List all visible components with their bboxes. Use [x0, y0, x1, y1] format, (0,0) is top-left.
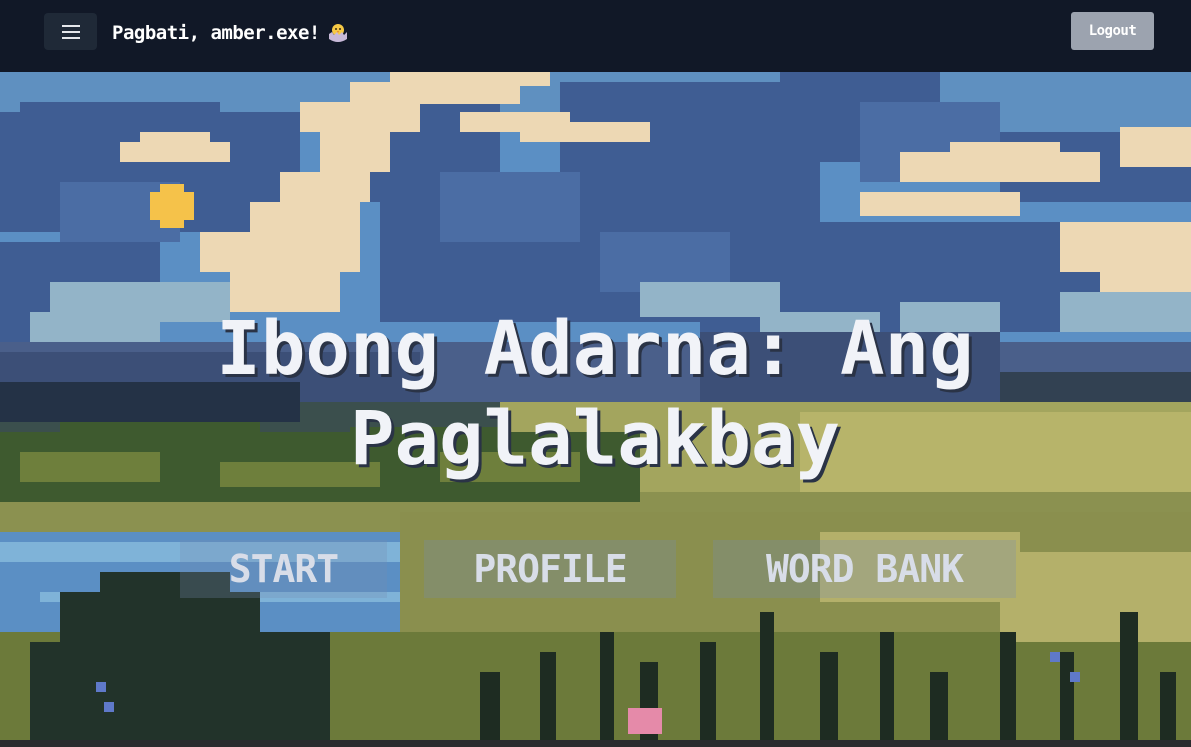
main-menu-buttons: START PROFILE WORD BANK — [0, 540, 1191, 600]
top-navbar: Pagbati, amber.exe! Logout — [0, 0, 1191, 72]
hatching-chick-icon — [328, 24, 347, 42]
hamburger-menu-icon — [61, 24, 80, 39]
profile-button[interactable]: PROFILE — [424, 540, 676, 598]
logout-button[interactable]: Logout — [1071, 12, 1154, 50]
greeting-text: Pagbati, amber.exe! — [112, 22, 320, 44]
game-title: Ibong Adarna: Ang Paglalakbay — [216, 306, 974, 482]
menu-toggle-button[interactable] — [44, 13, 97, 50]
bottom-strip — [0, 740, 1191, 747]
hero-banner: Ibong Adarna: Ang Paglalakbay START PROF… — [0, 72, 1191, 740]
word-bank-button[interactable]: WORD BANK — [713, 540, 1016, 598]
greeting-text-wrapper: Pagbati, amber.exe! — [112, 19, 350, 47]
start-button[interactable]: START — [180, 540, 387, 598]
